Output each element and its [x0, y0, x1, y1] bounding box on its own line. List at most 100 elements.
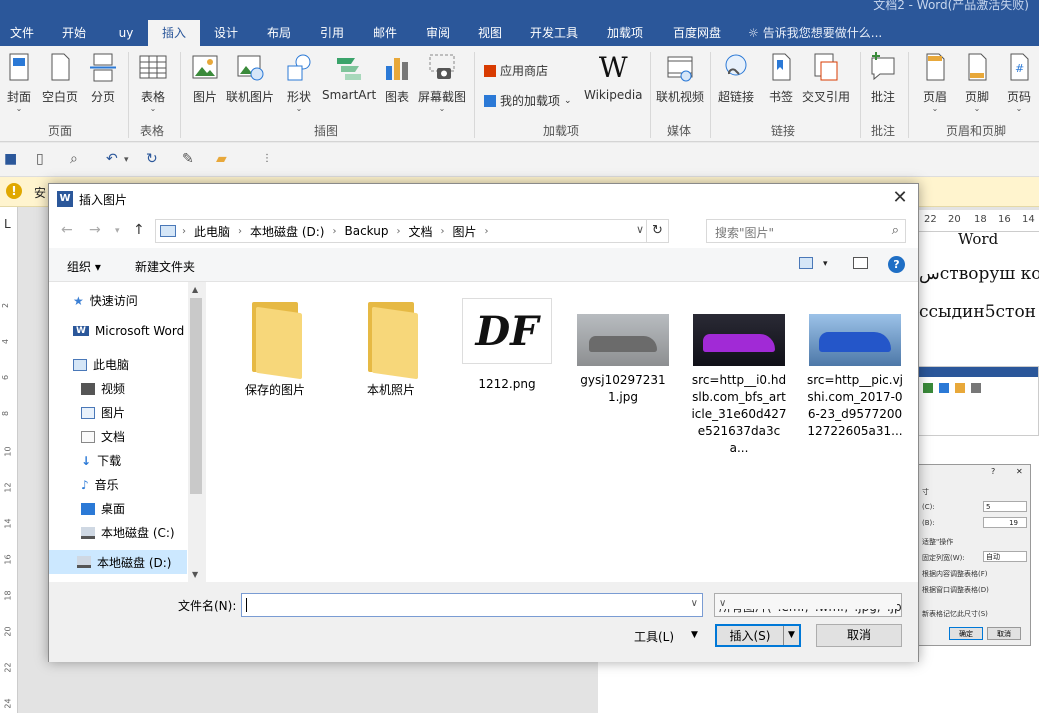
- recent-locations-icon[interactable]: ▾: [115, 226, 120, 236]
- screenshot-button[interactable]: 屏幕截图 ⌄: [418, 52, 466, 113]
- page-break-button[interactable]: 分页: [88, 52, 118, 105]
- smartart-button[interactable]: SmartArt: [322, 52, 376, 102]
- tab-developer[interactable]: 开发工具: [516, 20, 592, 46]
- filetype-select[interactable]: 所有图片(*.emf;*.wmf;*.jpg;*.jpeg) ∨: [714, 593, 902, 617]
- redo-icon[interactable]: ↻: [146, 151, 158, 167]
- security-warning-text: 安: [34, 186, 47, 200]
- wikipedia-button[interactable]: W Wikipedia: [584, 52, 643, 103]
- breadcrumb-pictures[interactable]: 图片: [453, 223, 477, 240]
- file-item[interactable]: src=http__i0.hdslb.com_bfs_article_31e60…: [691, 298, 787, 457]
- scroll-thumb[interactable]: [190, 298, 202, 494]
- chart-button[interactable]: 图表: [382, 52, 412, 105]
- nav-quick-access[interactable]: ★ 快速访问: [73, 292, 138, 309]
- customize-qat-icon[interactable]: ⋮: [262, 153, 272, 164]
- nav-scrollbar[interactable]: ▲ ▼: [188, 282, 204, 582]
- nav-pictures[interactable]: 图片: [81, 404, 125, 421]
- nav-downloads[interactable]: ↓ 下载: [81, 452, 121, 469]
- breadcrumb-documents[interactable]: 文档: [408, 223, 432, 240]
- header-button[interactable]: 页眉 ⌄: [920, 52, 950, 113]
- shapes-button[interactable]: 形状 ⌄: [284, 52, 314, 113]
- scroll-up-icon[interactable]: ▲: [192, 285, 198, 294]
- nav-this-pc[interactable]: 此电脑: [73, 356, 129, 373]
- refresh-icon[interactable]: ↻: [646, 220, 668, 242]
- tab-mailings[interactable]: 邮件: [358, 20, 412, 46]
- save-icon[interactable]: ■: [4, 151, 17, 167]
- open-folder-icon[interactable]: ▰: [216, 151, 227, 167]
- pictures-button[interactable]: 图片: [190, 52, 220, 105]
- print-preview-icon[interactable]: ⌕: [70, 151, 78, 167]
- filename-input[interactable]: ∨: [241, 593, 703, 617]
- star-icon: ★: [73, 293, 84, 308]
- navigation-bar: ← → ▾ ↑ › 此电脑 › 本地磁盘 (D:) › Backup › 文档 …: [49, 214, 918, 248]
- tell-me-box[interactable]: ☼ 告诉我您想要做什么...: [736, 20, 882, 46]
- new-document-icon[interactable]: ▯: [36, 151, 44, 167]
- file-item[interactable]: src=http__pic.vjshi.com_2017-06-23_d9577…: [807, 298, 903, 440]
- online-video-button[interactable]: 联机视频: [656, 52, 704, 105]
- tab-baidu[interactable]: 百度网盘: [658, 20, 736, 46]
- file-item[interactable]: gysj102972311.jpg: [575, 298, 671, 406]
- file-item[interactable]: DF 1212.png: [459, 298, 555, 393]
- up-arrow-icon[interactable]: ↑: [133, 222, 145, 238]
- organize-button[interactable]: 组织 ▾: [67, 258, 101, 275]
- tools-button[interactable]: 工具(L): [634, 628, 674, 645]
- online-pictures-button[interactable]: 联机图片: [226, 52, 274, 105]
- tab-file[interactable]: 文件: [0, 20, 44, 46]
- nav-music[interactable]: ♪ 音乐: [81, 476, 119, 493]
- nav-microsoft-word[interactable]: W Microsoft Word: [73, 324, 184, 338]
- undo-icon[interactable]: ↶: [106, 151, 118, 167]
- split-dropdown-icon[interactable]: ▼: [783, 626, 799, 645]
- comment-button[interactable]: 批注: [868, 52, 898, 105]
- cross-reference-button[interactable]: 交叉引用: [802, 52, 850, 105]
- breadcrumb-this-pc[interactable]: 此电脑: [194, 223, 230, 240]
- tab-view[interactable]: 视图: [464, 20, 516, 46]
- tab-uy[interactable]: uy: [104, 20, 148, 46]
- nav-drive-c[interactable]: 本地磁盘 (C:): [81, 524, 175, 541]
- breadcrumb-drive-d[interactable]: 本地磁盘 (D:): [250, 223, 324, 240]
- nav-desktop[interactable]: 桌面: [81, 500, 125, 517]
- tab-references[interactable]: 引用: [306, 20, 358, 46]
- search-input[interactable]: 搜索"图片" ⌕: [706, 219, 906, 243]
- help-icon[interactable]: ?: [888, 256, 905, 273]
- insert-button[interactable]: 插入(S) ▼: [715, 624, 801, 647]
- draw-table-icon[interactable]: ✎: [182, 151, 194, 167]
- cover-page-button[interactable]: 封面 ⌄: [4, 52, 34, 113]
- nav-drive-d[interactable]: 本地磁盘 (D:): [49, 550, 187, 574]
- blank-page-button[interactable]: 空白页: [42, 52, 78, 105]
- address-bar[interactable]: › 此电脑 › 本地磁盘 (D:) › Backup › 文档 › 图片 › ∨…: [155, 219, 669, 243]
- chevron-right-icon: ›: [440, 225, 445, 237]
- computer-icon: [160, 225, 176, 237]
- file-item[interactable]: 本机照片: [343, 298, 439, 399]
- tab-home[interactable]: 开始: [44, 20, 104, 46]
- table-button[interactable]: 表格 ⌄: [138, 52, 168, 113]
- tab-review[interactable]: 审阅: [412, 20, 464, 46]
- footer-button[interactable]: 页脚 ⌄: [962, 52, 992, 113]
- tab-insert[interactable]: 插入: [148, 20, 200, 46]
- scroll-down-icon[interactable]: ▼: [192, 570, 198, 579]
- tab-addins[interactable]: 加载项: [592, 20, 658, 46]
- close-button[interactable]: ✕: [888, 186, 912, 210]
- bookmark-button[interactable]: 书签: [766, 52, 796, 105]
- tab-layout[interactable]: 布局: [252, 20, 306, 46]
- hyperlink-icon: [725, 54, 747, 76]
- back-arrow-icon[interactable]: ←: [61, 222, 73, 238]
- page-number-button[interactable]: # 页码 ⌄: [1004, 52, 1034, 113]
- nav-videos[interactable]: 视频: [81, 380, 125, 397]
- tab-design[interactable]: 设计: [200, 20, 252, 46]
- chevron-down-icon[interactable]: ▾: [823, 259, 828, 269]
- forward-arrow-icon[interactable]: →: [89, 222, 101, 238]
- nav-documents[interactable]: 文档: [81, 428, 125, 445]
- cancel-button[interactable]: 取消: [816, 624, 902, 647]
- breadcrumb-backup[interactable]: Backup: [344, 224, 388, 238]
- chevron-down-icon[interactable]: ▼: [691, 630, 698, 640]
- my-addins-button[interactable]: 我的加载项 ⌄: [484, 92, 572, 109]
- group-separator: [710, 52, 711, 138]
- new-folder-button[interactable]: 新建文件夹: [135, 258, 195, 275]
- chevron-down-icon[interactable]: ▾: [124, 155, 129, 165]
- chevron-down-icon[interactable]: ∨: [691, 598, 698, 609]
- hyperlink-button[interactable]: 超链接: [718, 52, 754, 105]
- file-item[interactable]: 保存的图片: [227, 298, 323, 399]
- view-options-icon[interactable]: [799, 257, 813, 269]
- preview-pane-icon[interactable]: [853, 257, 868, 269]
- store-button[interactable]: 应用商店: [484, 62, 548, 79]
- chevron-down-icon[interactable]: ∨: [636, 223, 644, 236]
